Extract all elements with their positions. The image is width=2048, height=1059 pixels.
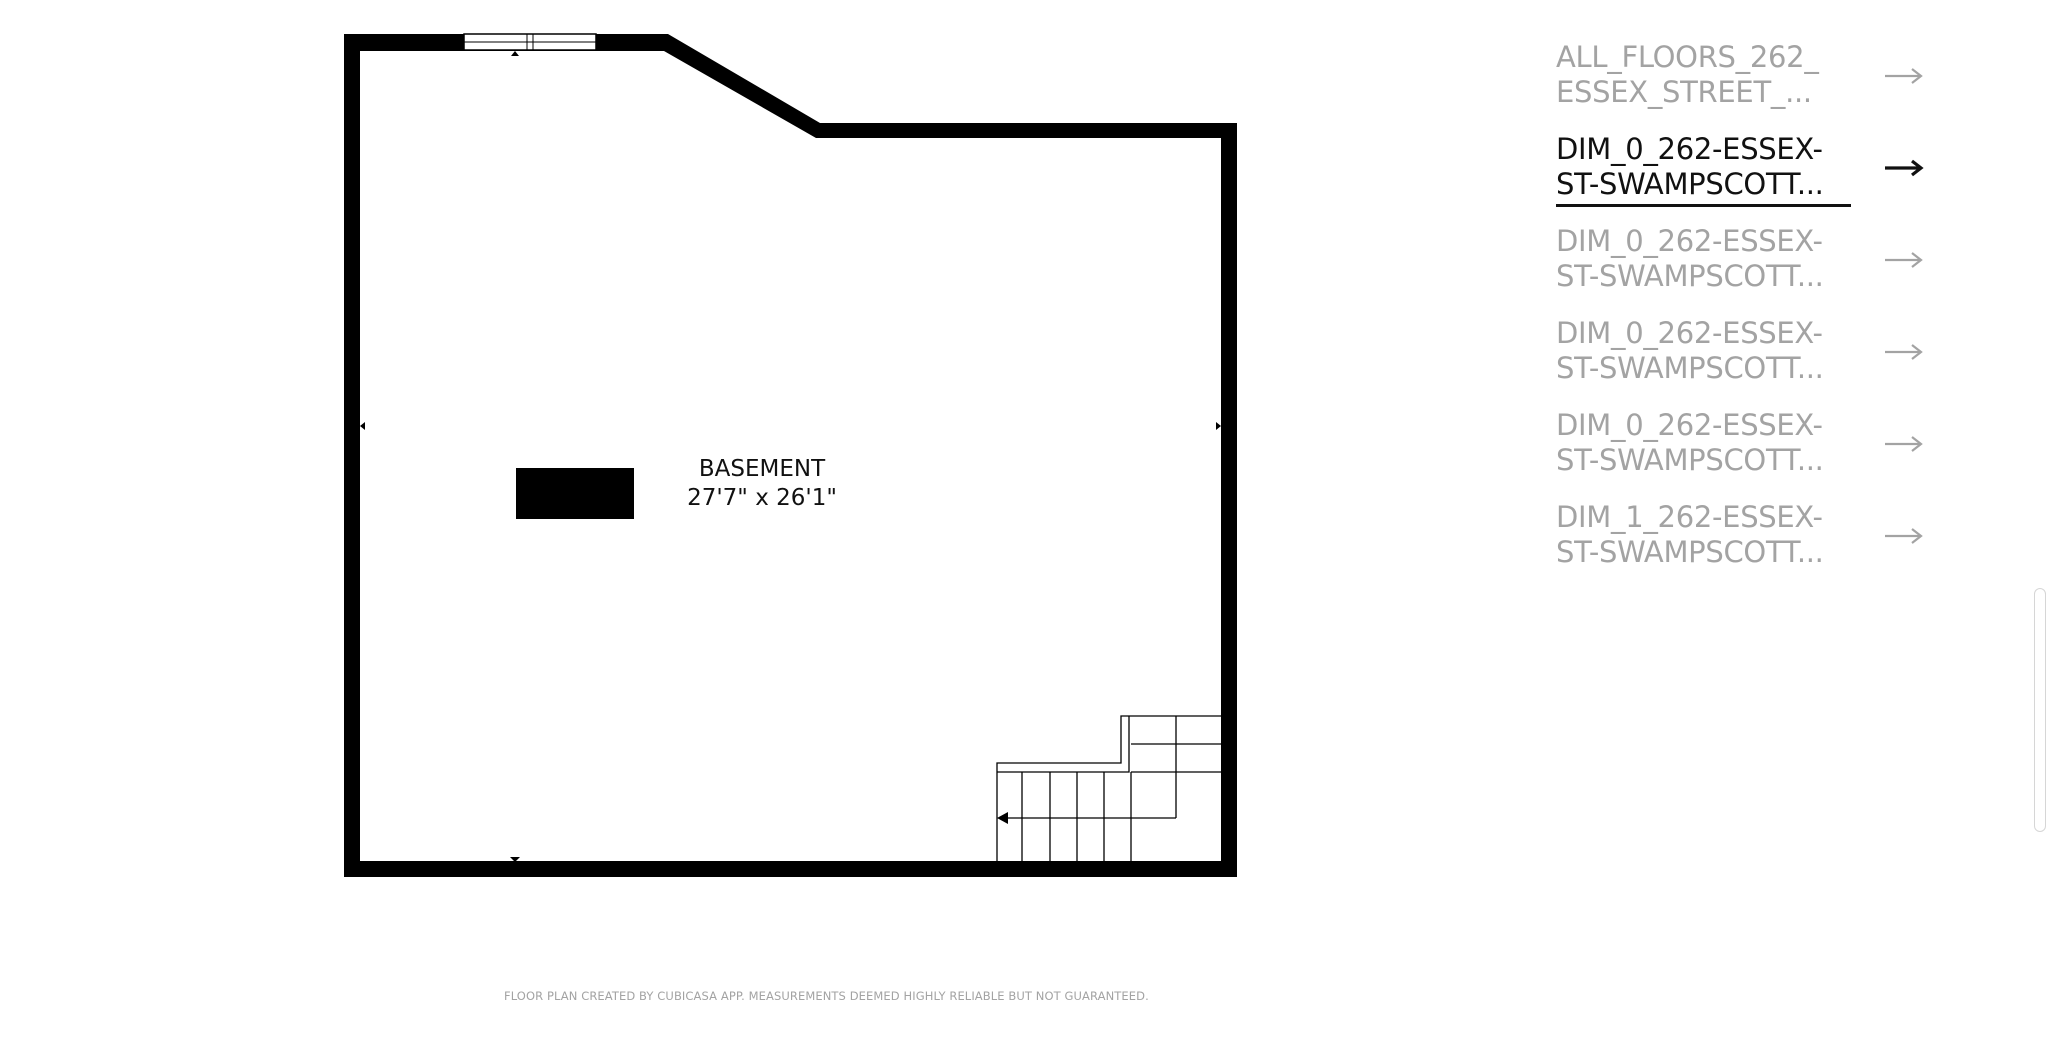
arrow-right-icon[interactable] xyxy=(1883,340,1925,364)
staircase xyxy=(996,715,1221,861)
utility-block xyxy=(516,468,634,519)
arrow-right-icon[interactable] xyxy=(1883,432,1925,456)
file-list-item[interactable]: DIM_0_262-ESSEX- ST-SWAMPSCOTT... xyxy=(1556,132,1936,224)
file-name-line1: DIM_0_262-ESSEX- xyxy=(1556,316,1823,350)
file-name-line2: ST-SWAMPSCOTT... xyxy=(1556,535,1824,569)
file-name-line1: ALL_FLOORS_262_ xyxy=(1556,40,1819,74)
top-window xyxy=(463,33,597,56)
file-name-line2: ESSEX_STREET_... xyxy=(1556,75,1812,109)
arrow-right-icon[interactable] xyxy=(1883,156,1925,180)
floor-plan-disclaimer: FLOOR PLAN CREATED BY CUBICASA APP. MEAS… xyxy=(504,989,1149,1003)
file-name-line2: ST-SWAMPSCOTT... xyxy=(1556,167,1824,201)
file-name-line1: DIM_0_262-ESSEX- xyxy=(1556,224,1823,258)
file-list-item[interactable]: ALL_FLOORS_262_ ESSEX_STREET_... xyxy=(1556,40,1936,132)
scrollbar[interactable] xyxy=(2034,588,2046,832)
floor-plan-drawing: BASEMENT 27'7" x 26'1" xyxy=(344,33,1237,877)
file-list-item[interactable]: DIM_0_262-ESSEX- ST-SWAMPSCOTT... xyxy=(1556,408,1936,500)
file-list-item[interactable]: DIM_0_262-ESSEX- ST-SWAMPSCOTT... xyxy=(1556,224,1936,316)
file-name-line1: DIM_0_262-ESSEX- xyxy=(1556,132,1823,166)
file-name-link[interactable]: ALL_FLOORS_262_ ESSEX_STREET_... xyxy=(1556,40,1851,110)
file-name-link[interactable]: DIM_0_262-ESSEX- ST-SWAMPSCOTT... xyxy=(1556,132,1851,207)
arrow-right-icon[interactable] xyxy=(1883,64,1925,88)
arrow-right-icon[interactable] xyxy=(1883,524,1925,548)
floor-plan-file-list: ALL_FLOORS_262_ ESSEX_STREET_... DIM_0_262… xyxy=(1556,40,1936,592)
file-name-link[interactable]: DIM_0_262-ESSEX- ST-SWAMPSCOTT... xyxy=(1556,408,1851,478)
file-list-item[interactable]: DIM_1_262-ESSEX- ST-SWAMPSCOTT... xyxy=(1556,500,1936,592)
arrow-right-icon[interactable] xyxy=(1883,248,1925,272)
stair-direction-arrow xyxy=(997,812,1008,824)
file-name-line2: ST-SWAMPSCOTT... xyxy=(1556,351,1824,385)
file-name-line1: DIM_1_262-ESSEX- xyxy=(1556,500,1823,534)
file-name-line2: ST-SWAMPSCOTT... xyxy=(1556,443,1824,477)
file-name-link[interactable]: DIM_0_262-ESSEX- ST-SWAMPSCOTT... xyxy=(1556,316,1851,386)
file-name-line2: ST-SWAMPSCOTT... xyxy=(1556,259,1824,293)
floor-plan-viewer: BASEMENT 27'7" x 26'1" FLOOR PLAN CREATE… xyxy=(0,0,1300,1059)
room-name-label: BASEMENT xyxy=(699,456,826,482)
file-list-item[interactable]: DIM_0_262-ESSEX- ST-SWAMPSCOTT... xyxy=(1556,316,1936,408)
file-name-link[interactable]: DIM_0_262-ESSEX- ST-SWAMPSCOTT... xyxy=(1556,224,1851,294)
file-name-link[interactable]: DIM_1_262-ESSEX- ST-SWAMPSCOTT... xyxy=(1556,500,1851,570)
file-name-line1: DIM_0_262-ESSEX- xyxy=(1556,408,1823,442)
door-marker-right xyxy=(1216,422,1221,430)
room-dimensions-label: 27'7" x 26'1" xyxy=(687,485,837,511)
door-marker-left xyxy=(360,422,365,430)
